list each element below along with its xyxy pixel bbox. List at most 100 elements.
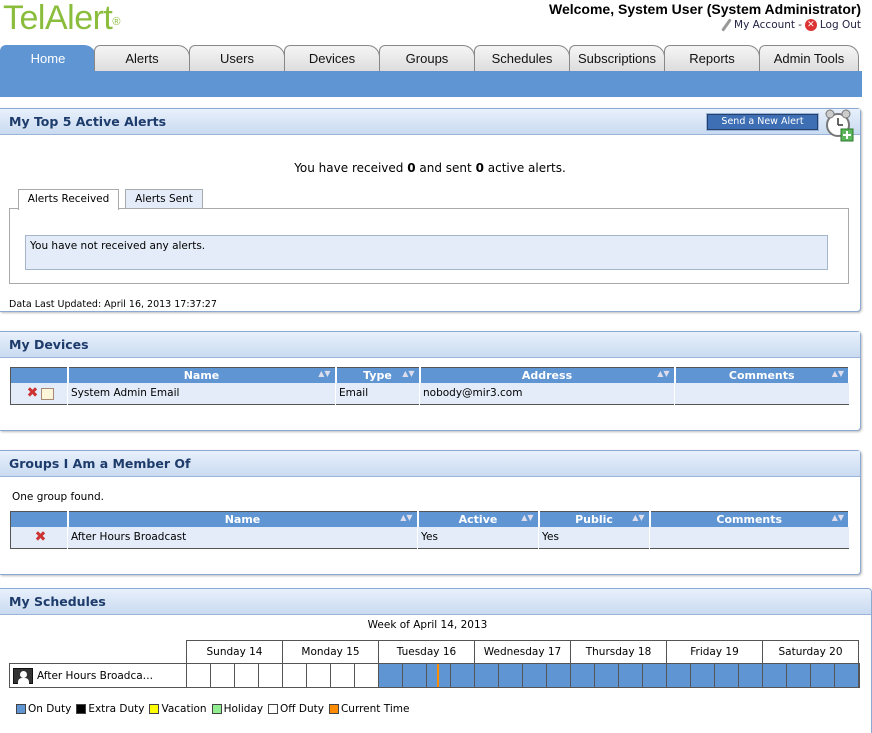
devices-col-address[interactable]: Address ▲▼: [419, 367, 676, 383]
schedules-panel-title: My Schedules: [0, 589, 871, 615]
tab-users[interactable]: Users: [189, 45, 285, 71]
alerts-panel: My Top 5 Active Alerts Send a New Alert …: [0, 108, 861, 312]
groups-panel-title: Groups I Am a Member Of: [0, 451, 860, 477]
device-type: Email: [335, 382, 420, 405]
schedule-slot: [595, 664, 619, 687]
logout-icon[interactable]: ✕: [804, 19, 817, 31]
send-new-alert-button[interactable]: Send a New Alert: [706, 113, 819, 131]
legend-label: Holiday: [223, 703, 264, 715]
tab-home[interactable]: Home: [0, 45, 96, 72]
groups-count: One group found.: [12, 491, 104, 503]
day-header: Saturday 20: [762, 640, 859, 664]
tab-groups[interactable]: Groups: [379, 45, 475, 71]
legend-swatch: [211, 704, 222, 714]
day-header: Monday 15: [282, 640, 379, 664]
devices-table: Name ▲▼ Type ▲▼ Address ▲▼ Comments ▲▼ ✖ Sys…: [10, 367, 850, 405]
tab-bar: [0, 71, 862, 97]
welcome-text: Welcome, System User (System Administrat…: [549, 1, 861, 17]
legend-swatch: [149, 704, 160, 714]
no-alerts-message: You have not received any alerts.: [25, 235, 828, 270]
legend-label: On Duty: [28, 703, 72, 715]
groups-col-public[interactable]: Public ▲▼: [538, 511, 651, 527]
received-count: 0: [407, 161, 416, 175]
table-row: ✖ System Admin Email Email nobody@mir3.c…: [10, 382, 850, 405]
groups-table: Name ▲▼ Active ▲▼ Public ▲▼ Comments ▲▼ ✖ Af…: [10, 511, 850, 549]
tab-admin-tools[interactable]: Admin Tools: [759, 45, 859, 71]
tab-schedules[interactable]: Schedules: [474, 45, 570, 71]
schedule-slot: [571, 664, 595, 687]
schedule-slot: [715, 664, 739, 687]
devices-panel: My Devices Name ▲▼ Type ▲▼ Address ▲▼ Comme…: [0, 331, 861, 431]
devices-col-comments[interactable]: Comments ▲▼: [674, 367, 850, 383]
legend-item: Current Time: [328, 703, 409, 715]
legend-label: Extra Duty: [88, 703, 145, 715]
wrench-icon: [720, 18, 731, 32]
day-header: Tuesday 16: [378, 640, 475, 664]
schedule-slot: [547, 664, 571, 687]
tab-alerts-received[interactable]: Alerts Received: [18, 189, 119, 210]
current-time-marker: [437, 664, 439, 687]
schedule-slot: [283, 664, 307, 687]
tab-subscriptions[interactable]: Subscriptions: [569, 45, 665, 71]
schedule-slot: [307, 664, 331, 687]
groups-col-active[interactable]: Active ▲▼: [417, 511, 540, 527]
week-label: Week of April 14, 2013: [367, 619, 488, 631]
devices-col-type[interactable]: Type ▲▼: [335, 367, 421, 383]
groups-panel: Groups I Am a Member Of One group found.…: [0, 450, 861, 575]
legend-swatch: [16, 704, 26, 714]
schedule-slot: [259, 664, 283, 687]
legend-item: Vacation: [149, 703, 207, 715]
schedules-panel: My Schedules Week of April 14, 2013 Sund…: [0, 588, 872, 733]
delete-icon[interactable]: ✖: [27, 385, 39, 401]
alarm-clock-icon[interactable]: [823, 108, 855, 142]
legend-label: Vacation: [161, 703, 207, 715]
tab-reports[interactable]: Reports: [664, 45, 760, 71]
devices-col-name[interactable]: Name ▲▼: [67, 367, 337, 383]
devices-panel-title: My Devices: [0, 332, 860, 358]
schedule-slot: [451, 664, 475, 687]
delete-icon[interactable]: ✖: [35, 529, 47, 545]
schedule-legend: On Duty Extra Duty Vacation Holiday Off Duty…: [16, 703, 414, 715]
groups-col-name[interactable]: Name ▲▼: [67, 511, 419, 527]
groups-col-comments[interactable]: Comments ▲▼: [649, 511, 850, 527]
device-name: System Admin Email: [67, 382, 336, 405]
schedule-row-label[interactable]: After Hours Broadca…: [9, 663, 187, 688]
schedule-slot: [835, 664, 859, 687]
legend-item: Holiday: [211, 703, 264, 715]
device-comments: [674, 382, 850, 405]
edit-icon[interactable]: [41, 388, 55, 401]
legend-swatch: [268, 704, 279, 714]
legend-item: On Duty: [16, 703, 71, 715]
group-active: Yes: [417, 526, 539, 549]
sent-count: 0: [475, 161, 484, 175]
day-header: Thursday 18: [570, 640, 667, 664]
schedule-slot: [427, 664, 451, 687]
schedule-slot: [667, 664, 691, 687]
legend-swatch: [328, 704, 339, 714]
day-header: Sunday 14: [186, 640, 283, 664]
schedule-slot: [187, 664, 211, 687]
alerts-summary: You have received 0 and sent 0 active al…: [294, 161, 566, 175]
legend-item: Extra Duty: [76, 703, 144, 715]
tab-devices[interactable]: Devices: [284, 45, 380, 71]
group-icon: [13, 667, 33, 684]
schedule-slot: [619, 664, 643, 687]
schedule-slot: [643, 664, 667, 687]
legend-swatch: [76, 704, 87, 714]
table-row: ✖ After Hours Broadcast Yes Yes: [10, 526, 850, 549]
day-header: Friday 19: [666, 640, 763, 664]
telalert-logo: TelAlert®: [3, 0, 120, 37]
tab-alerts-sent[interactable]: Alerts Sent: [125, 189, 203, 209]
schedule-slot: [499, 664, 523, 687]
my-account-link[interactable]: My Account: [734, 19, 795, 31]
schedule-slot: [379, 664, 403, 687]
separator: -: [798, 19, 802, 31]
last-updated: Data Last Updated: April 16, 2013 17:37:…: [9, 299, 217, 310]
schedule-slot: [763, 664, 787, 687]
logout-link[interactable]: Log Out: [820, 19, 861, 31]
tab-alerts[interactable]: Alerts: [94, 45, 190, 71]
schedule-slot: [475, 664, 499, 687]
schedule-slot: [787, 664, 811, 687]
legend-item: Off Duty: [268, 703, 324, 715]
schedule-slot: [811, 664, 835, 687]
